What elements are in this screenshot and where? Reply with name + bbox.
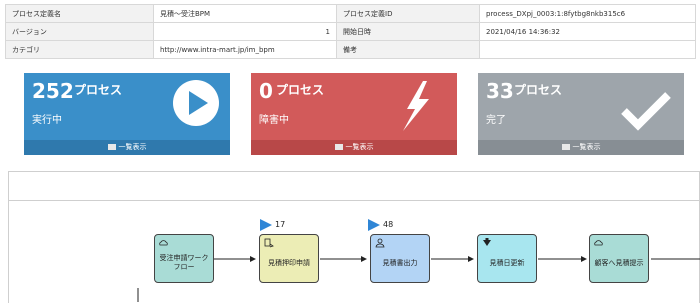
task-label: 見積日更新 [489,258,525,267]
task-node[interactable]: 見積日更新 [477,234,537,283]
task-node[interactable]: 見積押印申請 [259,234,319,283]
task-node[interactable]: 見積書出力 [370,234,430,283]
cloud-user-icon [159,240,168,246]
workflow-doc-icon [264,238,274,248]
task-label: 受注申請ワーク フロー [159,254,209,271]
token-count: 17 [275,220,286,229]
play-marker-icon [368,219,380,231]
task-node[interactable]: 受注申請ワーク フロー [154,234,214,283]
task-label: 顧客へ見積提示 [594,258,644,267]
cloud-user-icon [594,240,603,246]
task-label: 見積押印申請 [268,258,310,267]
user-task-icon [375,238,385,248]
arrow-down-icon [483,238,491,246]
task-node[interactable]: 顧客へ見積提示 [589,234,649,283]
task-label: 見積書出力 [382,258,418,267]
token-count: 48 [383,220,394,229]
play-marker-icon [260,219,272,231]
